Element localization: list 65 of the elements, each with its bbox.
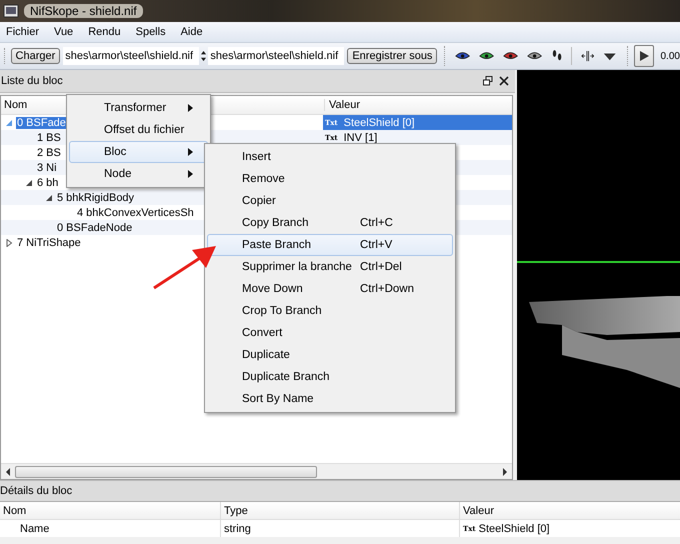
menu-item[interactable]: Bloc [69,141,208,163]
app-icon [3,3,19,19]
menu-item[interactable]: Duplicate [207,344,453,366]
horizontal-scrollbar[interactable] [1,463,512,479]
table-cell: SteelShield [0] [478,522,550,534]
menu-item[interactable]: Supprimer la branche Ctrl+Del [207,256,453,278]
menu-item[interactable]: Move Down Ctrl+Down [207,278,453,300]
menu-item[interactable]: Offset du fichier [69,119,208,141]
load-button[interactable]: Charger [10,48,60,64]
spinner-arrows-icon[interactable] [201,49,206,63]
menu-item[interactable]: Duplicate Branch [207,366,453,388]
play-icon [638,50,650,62]
tree-item[interactable]: 6 bh [36,176,60,188]
eye-icon[interactable] [527,50,543,62]
tree-item[interactable]: 0 BSFade [16,116,67,128]
arrow-annotation [152,244,218,290]
menu-item[interactable]: Convert [207,322,453,344]
tree-item[interactable]: 1 BS [36,132,62,144]
eye-icon[interactable] [454,50,470,62]
close-icon[interactable] [499,76,509,86]
play-button[interactable] [634,45,654,67]
column-header[interactable]: Type [221,502,460,519]
table-cell: string [221,520,460,537]
panel-title: Liste du bloc [1,75,64,87]
scroll-right-icon[interactable] [502,468,508,476]
save-as-button[interactable]: Enregistrer sous [347,48,438,64]
table-cell: Name [0,520,221,537]
menu-item[interactable]: Paste Branch Ctrl+V [207,234,453,256]
panel-title: Détails du bloc [0,485,72,497]
tree-item[interactable]: 5 bhkRigidBody [56,192,136,204]
tree-item[interactable]: 7 NiTriShape [16,236,82,248]
menu-item[interactable]: Fichier [6,26,40,38]
path-field[interactable]: shes\armor\steel\shield.nif [63,47,200,65]
menu-item[interactable]: Vue [54,26,74,38]
tree-item[interactable]: 4 bhkConvexVerticesSh [76,206,195,218]
3d-viewport[interactable] [517,70,680,480]
menu-item[interactable]: Crop To Branch [207,300,453,322]
tree-item[interactable]: 0 BSFadeNode [56,222,134,234]
menu-item[interactable]: Remove [207,168,453,190]
menu-item[interactable]: Rendu [88,26,121,38]
menu-item[interactable]: Copier [207,190,453,212]
time-value: 0.00 [660,50,680,62]
eye-icon[interactable] [503,50,518,62]
menu-item[interactable]: Aide [180,26,203,38]
column-header[interactable]: Valeur [325,99,360,111]
expander-icon[interactable] [25,178,33,186]
expander-icon[interactable] [45,194,53,202]
column-header[interactable]: Valeur [460,502,680,519]
menu-item[interactable]: Insert [207,146,453,168]
path-field[interactable]: shes\armor\steel\shield.nif [208,47,344,65]
float-icon[interactable] [483,76,493,86]
value-cell: SteelShield [0] [344,116,415,128]
split-arrows-icon[interactable] [580,49,594,63]
menu-item[interactable]: Spells [136,26,166,38]
menu-item[interactable]: Copy Branch Ctrl+C [207,212,453,234]
menu-item[interactable]: Sort By Name [207,388,453,410]
menu-item[interactable]: Node [69,163,208,185]
eye-icon[interactable] [479,50,494,62]
expander-icon[interactable] [5,238,13,246]
value-cell: INV [1] [344,132,378,144]
column-header[interactable]: Nom [0,502,221,519]
window-title: NifSkope - shield.nif [24,4,143,18]
scroll-left-icon[interactable] [5,468,11,476]
tree-item[interactable]: 2 BS [36,146,62,158]
tree-item[interactable]: 3 Ni [36,162,58,174]
